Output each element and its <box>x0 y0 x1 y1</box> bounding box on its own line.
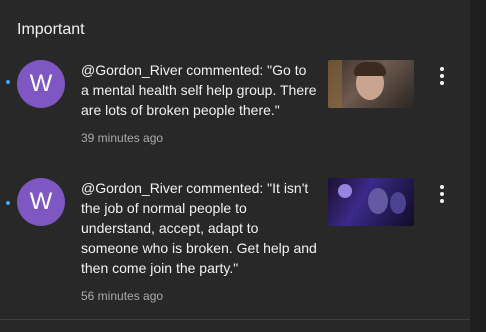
notifications-panel: Important W @Gordon_River commented: "Go… <box>0 0 486 332</box>
more-options-button[interactable] <box>434 64 450 88</box>
avatar[interactable]: W <box>17 178 65 226</box>
thumbnail-hair <box>354 62 386 76</box>
more-vert-icon <box>440 74 444 78</box>
video-thumbnail[interactable] <box>328 60 414 108</box>
more-vert-icon <box>440 67 444 71</box>
thumbnail-light <box>338 184 352 198</box>
section-title: Important <box>17 21 85 38</box>
video-thumbnail[interactable] <box>328 178 414 226</box>
avatar[interactable]: W <box>17 60 65 108</box>
unread-indicator <box>6 80 10 84</box>
notification-item[interactable]: W @Gordon_River commented: "Go to a ment… <box>0 58 470 158</box>
more-options-button[interactable] <box>434 182 450 206</box>
thumbnail-face <box>390 192 406 214</box>
divider <box>0 319 470 320</box>
thumbnail-face <box>368 188 388 214</box>
more-vert-icon <box>440 185 444 189</box>
notification-text: @Gordon_River commented: "Go to a mental… <box>81 62 317 118</box>
thumbnail-background <box>328 60 342 108</box>
notification-item[interactable]: W @Gordon_River commented: "It isn't the… <box>0 176 470 312</box>
more-vert-icon <box>440 192 444 196</box>
panel-edge <box>470 0 486 332</box>
more-vert-icon <box>440 81 444 85</box>
unread-indicator <box>6 201 10 205</box>
notification-time: 56 minutes ago <box>81 289 164 303</box>
notification-text: @Gordon_River commented: "It isn't the j… <box>81 180 317 276</box>
more-vert-icon <box>440 199 444 203</box>
notification-time: 39 minutes ago <box>81 131 164 145</box>
